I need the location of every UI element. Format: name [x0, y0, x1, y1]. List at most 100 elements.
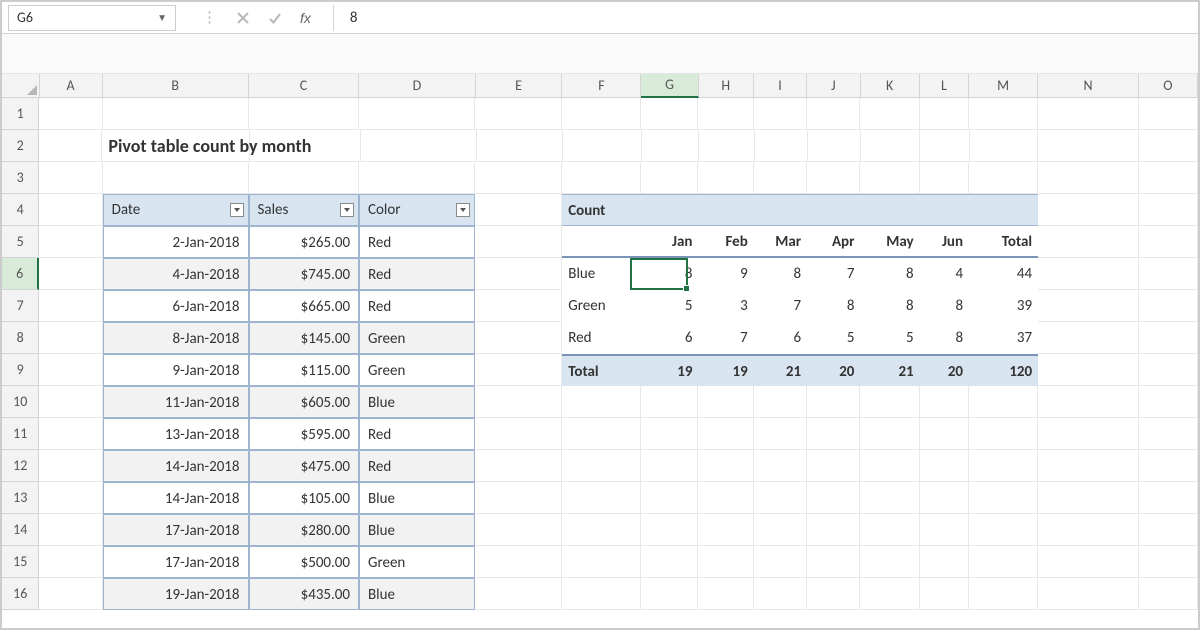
- cell[interactable]: [698, 98, 753, 130]
- select-all-corner[interactable]: [2, 74, 40, 97]
- cell[interactable]: [475, 258, 562, 290]
- cell[interactable]: [754, 450, 807, 482]
- cell[interactable]: [754, 98, 807, 130]
- pivot-value[interactable]: 7: [807, 258, 860, 290]
- cell-color[interactable]: Blue: [359, 514, 475, 546]
- cell[interactable]: [475, 482, 562, 514]
- cell[interactable]: [641, 162, 698, 194]
- col-header-L[interactable]: L: [920, 74, 969, 97]
- pivot-total-value[interactable]: 19: [641, 354, 698, 386]
- cell[interactable]: [1038, 226, 1139, 258]
- cell[interactable]: [1139, 354, 1198, 386]
- cell[interactable]: [1139, 290, 1198, 322]
- cell[interactable]: [698, 546, 753, 578]
- pivot-value[interactable]: 4: [920, 258, 969, 290]
- cell[interactable]: [969, 450, 1038, 482]
- cell-color[interactable]: Red: [359, 450, 475, 482]
- cell[interactable]: [1139, 258, 1198, 290]
- cell[interactable]: [1038, 514, 1139, 546]
- cell-sales[interactable]: $475.00: [249, 450, 360, 482]
- cell-color[interactable]: Blue: [359, 386, 475, 418]
- col-header-A[interactable]: A: [40, 74, 103, 97]
- cell[interactable]: [1038, 546, 1139, 578]
- cell[interactable]: [969, 482, 1038, 514]
- pivot-title[interactable]: Count: [562, 194, 641, 226]
- cell[interactable]: [39, 386, 102, 418]
- cell[interactable]: [1139, 418, 1198, 450]
- cell[interactable]: [39, 354, 102, 386]
- cell[interactable]: [860, 418, 919, 450]
- enter-icon[interactable]: [268, 11, 282, 25]
- cell[interactable]: [562, 98, 641, 130]
- cell[interactable]: [475, 546, 562, 578]
- pivot-value[interactable]: 6: [641, 322, 698, 354]
- cell[interactable]: [1139, 130, 1198, 162]
- cell[interactable]: [1038, 290, 1139, 322]
- cell-date[interactable]: 11-Jan-2018: [103, 386, 249, 418]
- cell[interactable]: [920, 546, 969, 578]
- cell[interactable]: [807, 450, 860, 482]
- cell[interactable]: [860, 450, 919, 482]
- row-header[interactable]: 4: [2, 194, 39, 226]
- cell[interactable]: [807, 418, 860, 450]
- pivot-total-value[interactable]: 20: [920, 354, 969, 386]
- cell[interactable]: [1139, 162, 1198, 194]
- cell[interactable]: [562, 578, 641, 610]
- pivot-value[interactable]: 5: [641, 290, 698, 322]
- cell[interactable]: [477, 130, 564, 162]
- col-header-O[interactable]: O: [1139, 74, 1198, 97]
- cell-date[interactable]: 4-Jan-2018: [103, 258, 249, 290]
- row-header[interactable]: 2: [2, 130, 39, 162]
- cell[interactable]: [39, 194, 102, 226]
- cell[interactable]: [1038, 418, 1139, 450]
- pivot-total-value[interactable]: 120: [969, 354, 1038, 386]
- cell-sales[interactable]: $595.00: [249, 418, 360, 450]
- col-header-C[interactable]: C: [249, 74, 360, 97]
- cell[interactable]: [475, 386, 562, 418]
- row-header[interactable]: 6: [2, 258, 39, 290]
- cell[interactable]: [860, 482, 919, 514]
- pivot-col-header[interactable]: May: [860, 226, 919, 258]
- cell-color[interactable]: Green: [359, 546, 475, 578]
- cell[interactable]: [641, 418, 698, 450]
- cell[interactable]: [475, 514, 562, 546]
- pivot-value[interactable]: 9: [698, 258, 753, 290]
- cell-date[interactable]: 2-Jan-2018: [103, 226, 249, 258]
- cell[interactable]: [1139, 450, 1198, 482]
- col-header-G[interactable]: G: [641, 74, 698, 98]
- row-header[interactable]: 12: [2, 450, 39, 482]
- filter-dropdown-icon[interactable]: [456, 203, 470, 217]
- col-header-F[interactable]: F: [562, 74, 641, 97]
- col-header-D[interactable]: D: [359, 74, 475, 97]
- cancel-icon[interactable]: [236, 11, 250, 25]
- cell[interactable]: [970, 130, 1039, 162]
- pivot-value[interactable]: 39: [969, 290, 1038, 322]
- cell[interactable]: [39, 290, 102, 322]
- cell-date[interactable]: 14-Jan-2018: [103, 482, 249, 514]
- cell[interactable]: [754, 418, 807, 450]
- pivot-total-value[interactable]: 20: [807, 354, 860, 386]
- cell[interactable]: [860, 162, 919, 194]
- cell[interactable]: [860, 514, 919, 546]
- cell[interactable]: [698, 418, 753, 450]
- pivot-value[interactable]: 5: [807, 322, 860, 354]
- cell[interactable]: [860, 386, 919, 418]
- cell[interactable]: [807, 194, 860, 226]
- cell[interactable]: [860, 194, 919, 226]
- col-header-B[interactable]: B: [103, 74, 249, 97]
- pivot-value[interactable]: 8: [754, 258, 807, 290]
- cell[interactable]: [861, 130, 920, 162]
- pivot-value[interactable]: 44: [969, 258, 1038, 290]
- cell[interactable]: [698, 162, 753, 194]
- cell[interactable]: [103, 162, 249, 194]
- cell[interactable]: [1139, 514, 1198, 546]
- pivot-row-label[interactable]: Red: [562, 322, 641, 354]
- cell[interactable]: [1139, 546, 1198, 578]
- cell[interactable]: [807, 386, 860, 418]
- pivot-value[interactable]: 8: [860, 258, 919, 290]
- cell[interactable]: [250, 130, 360, 162]
- cell[interactable]: [698, 482, 753, 514]
- cell[interactable]: [754, 578, 807, 610]
- col-header-J[interactable]: J: [807, 74, 860, 97]
- cell[interactable]: [860, 578, 919, 610]
